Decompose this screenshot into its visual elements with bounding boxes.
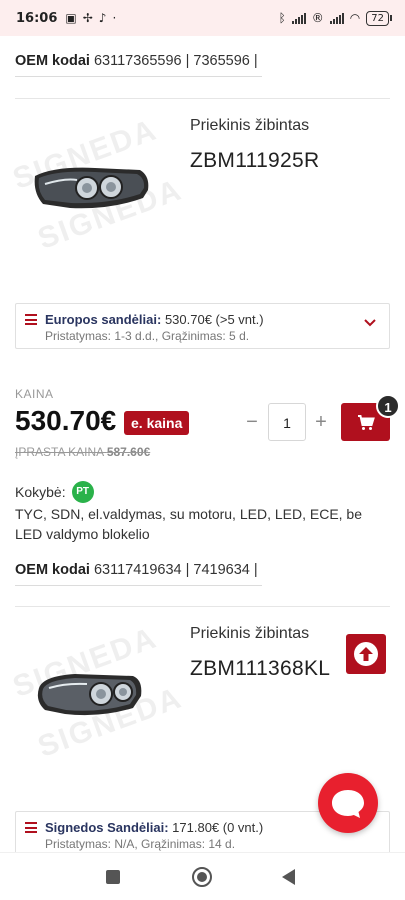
back-button[interactable] — [282, 869, 295, 885]
product-image[interactable]: SIGNEDA SIGNEDA — [9, 113, 187, 256]
quantity-input[interactable]: 1 — [268, 403, 306, 441]
dot-icon: · — [112, 11, 117, 25]
tiktok-icon: ♪ — [98, 11, 107, 25]
oem-value: 63117419634 | 7419634 | — [93, 562, 258, 578]
pinwheel-icon: ✢ — [82, 11, 93, 25]
status-right: ᛒ ® ◠ 72 — [278, 10, 392, 26]
eprice-badge: e. kaina — [124, 411, 190, 435]
old-price-value: 587.60€ — [106, 445, 151, 459]
chevron-down-icon — [364, 319, 376, 327]
stock-details: Pristatymas: 1-3 d.d., Grąžinimas: 5 d. — [45, 329, 250, 343]
menu-icon — [25, 314, 37, 328]
stock-value: 530.70€ (>5 vnt.) — [164, 312, 264, 327]
product-description: TYC, SDN, el.valdymas, su motoru, LED, L… — [15, 506, 363, 542]
oem-codes: OEM kodai 63117419634 | 7419634 | — [15, 562, 258, 578]
headlight-image — [34, 167, 149, 209]
oem-label: OEM kodai — [15, 53, 90, 69]
arrow-up-icon — [354, 642, 378, 666]
status-bar: 16:06 ▣ ✢ ♪ · ᛒ ® ◠ 72 — [0, 0, 405, 36]
stock-dropdown[interactable]: Europos sandėliai: 530.70€ (>5 vnt.) Pri… — [15, 303, 390, 349]
divider — [15, 76, 262, 77]
stock-summary: Europos sandėliai: 530.70€ (>5 vnt.) — [45, 312, 264, 327]
stock-label: Signedos Sandėliai: — [45, 820, 169, 835]
stock-summary: Signedos Sandėliai: 171.80€ (0 vnt.) — [45, 820, 263, 835]
system-nav-bar — [0, 852, 405, 900]
quantity-increase-button[interactable]: + — [311, 411, 331, 434]
product-code[interactable]: ZBM111368KL — [190, 657, 330, 681]
status-time: 16:06 — [16, 10, 58, 26]
signal-icon — [329, 12, 344, 24]
chat-icon — [332, 790, 364, 818]
oem-codes-top: OEM kodai 63117365596 | 7365596 | — [15, 53, 258, 69]
old-price: ĮPRASTA KAINA 587.60€ — [15, 445, 150, 459]
quality-label: Kokybė: — [15, 484, 66, 500]
headlight-image — [37, 674, 142, 716]
stock-value: 171.80€ (0 vnt.) — [172, 820, 264, 835]
home-button[interactable] — [192, 867, 212, 887]
chat-button[interactable] — [318, 773, 378, 833]
quality-badge: PT — [71, 481, 94, 503]
product-type: Priekinis žibintas — [190, 117, 310, 134]
oem-label: OEM kodai — [15, 562, 90, 578]
oem-value: 63117365596 | 7365596 | — [93, 53, 258, 69]
recent-apps-button[interactable] — [106, 870, 120, 884]
product-type: Priekinis žibintas — [190, 625, 310, 642]
signal-icon — [291, 12, 306, 24]
battery-icon: 72 — [366, 10, 392, 26]
product-image[interactable]: SIGNEDA SIGNEDA — [9, 621, 187, 764]
product-code[interactable]: ZBM111925R — [190, 149, 319, 173]
bluetooth-icon: ᛒ — [278, 11, 286, 25]
price-label: KAINA — [15, 387, 54, 401]
stock-label: Europos sandėliai: — [45, 312, 162, 327]
divider — [15, 606, 390, 607]
wifi-icon: ◠ — [349, 11, 361, 25]
menu-icon — [25, 822, 37, 836]
scroll-to-top-button[interactable] — [346, 634, 386, 674]
quantity-decrease-button[interactable]: − — [242, 411, 262, 434]
stock-details: Pristatymas: N/A, Grąžinimas: 14 d. — [45, 837, 236, 851]
quality-row: Kokybė: PT — [15, 481, 94, 503]
cart-count-badge: 1 — [376, 394, 400, 418]
registered-icon: ® — [311, 11, 324, 25]
price: 530.70€ — [15, 405, 117, 436]
divider — [15, 585, 262, 586]
old-price-label: ĮPRASTA KAINA — [15, 445, 104, 459]
divider — [15, 98, 390, 99]
message-icon: ▣ — [65, 11, 77, 25]
